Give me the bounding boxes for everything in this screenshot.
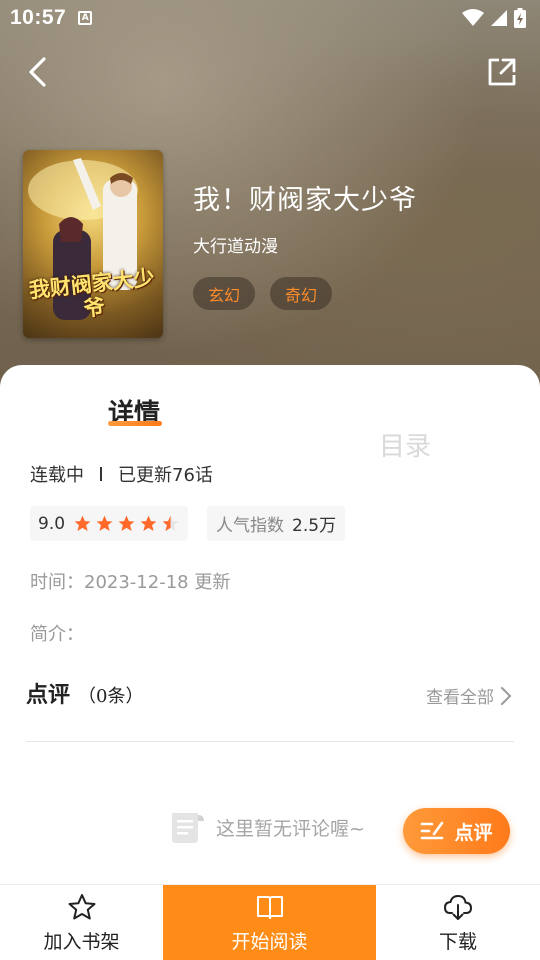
detail-card: 详情 目录 连载中 已更新76话 9.0 人气指数 2.5万 时间：2023-1… [0, 365, 540, 960]
empty-reviews: 这里暂无评论喔~ [168, 809, 365, 845]
episode-count: 已更新76话 [118, 465, 213, 486]
bottom-action-bar: 加入书架 开始阅读 下载 [0, 884, 540, 960]
rating-stars [73, 514, 180, 533]
tab-catalog[interactable]: 目录 [379, 426, 431, 463]
genre-tag[interactable]: 玄幻 [193, 277, 256, 310]
empty-reviews-text: 这里暂无评论喔~ [216, 817, 365, 840]
genre-tags: 玄幻 奇幻 [193, 277, 333, 310]
start-reading-button[interactable]: 开始阅读 [163, 885, 376, 960]
tab-active-indicator [108, 421, 162, 426]
chevron-right-icon [501, 686, 512, 705]
view-all-reviews-link[interactable]: 查看全部 [426, 683, 512, 708]
app-notification-icon: A [78, 11, 93, 25]
status-icons [462, 8, 526, 28]
download-label: 下载 [438, 930, 477, 953]
star-icon [118, 515, 135, 532]
download-button[interactable]: 下载 [376, 885, 540, 960]
rating-box: 9.0 [30, 506, 189, 541]
write-review-button[interactable]: 点评 [403, 808, 510, 854]
update-time: 时间：2023-12-18 更新 [30, 572, 231, 593]
star-icon [74, 515, 91, 532]
star-icon [96, 515, 113, 532]
battery-icon [514, 8, 526, 28]
status-bar: 10:57 A [0, 0, 540, 36]
tab-bar: 详情 目录 [0, 393, 540, 462]
book-author[interactable]: 大行道动漫 [193, 232, 278, 257]
divider [26, 741, 514, 742]
score-row: 9.0 人气指数 2.5万 [30, 506, 346, 541]
intro-label: 简介： [30, 624, 84, 645]
cloud-download-icon [443, 894, 473, 920]
popularity-label: 人气指数 [216, 516, 285, 536]
edit-list-icon [421, 821, 444, 840]
serial-status-row: 连载中 已更新76话 [30, 461, 213, 487]
empty-scroll-icon [172, 813, 204, 843]
add-to-shelf-label: 加入书架 [43, 930, 120, 953]
write-review-label: 点评 [454, 821, 493, 844]
view-all-label: 查看全部 [426, 688, 494, 708]
book-cover[interactable]: 我财阀家大少爷 [23, 150, 163, 338]
separator [100, 467, 102, 481]
review-count: （0条） [78, 686, 144, 707]
open-book-icon [256, 895, 283, 919]
genre-tag[interactable]: 奇幻 [270, 277, 333, 310]
book-title: 我！财阀家大少爷 [193, 185, 417, 216]
popularity-box: 人气指数 2.5万 [207, 506, 346, 541]
add-to-shelf-button[interactable]: 加入书架 [0, 885, 163, 960]
rating-value: 9.0 [38, 513, 66, 534]
star-icon [140, 515, 157, 532]
book-header: 10:57 A 我财阀家大少爷 我！财阀家大少爷 大行道动漫 玄幻 奇幻 [0, 0, 540, 400]
serial-status: 连载中 [30, 465, 84, 486]
half-star-icon [162, 515, 179, 532]
popularity-value: 2.5万 [292, 516, 337, 536]
share-icon[interactable] [484, 54, 520, 90]
cell-signal-icon [491, 10, 507, 26]
start-reading-label: 开始阅读 [231, 930, 308, 953]
review-title: 点评 [26, 682, 71, 708]
status-time: 10:57 [10, 6, 67, 29]
chevron-left-icon[interactable] [22, 54, 58, 90]
wifi-icon [462, 9, 484, 26]
review-header: 点评 （0条） [26, 677, 143, 709]
star-outline-icon [68, 893, 95, 919]
